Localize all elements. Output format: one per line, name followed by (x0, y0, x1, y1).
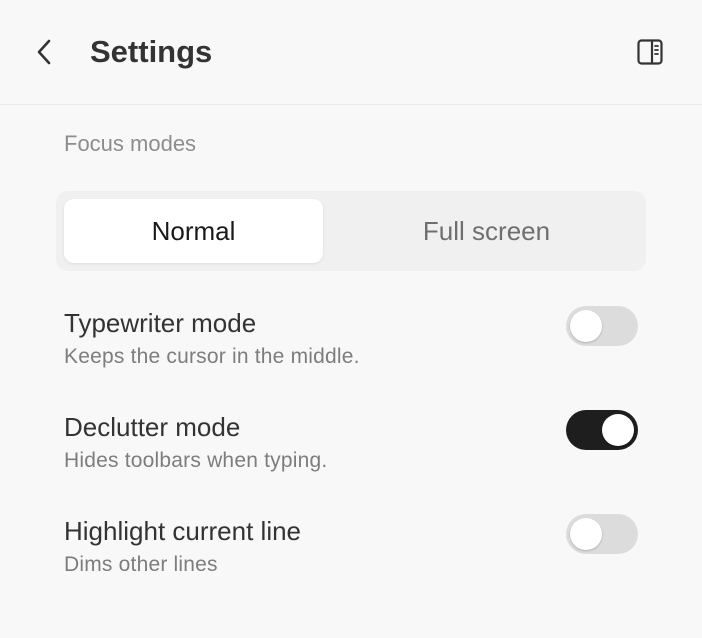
toggle-knob (570, 518, 602, 550)
toggle-sidebar-button[interactable] (630, 32, 670, 72)
chevron-left-icon (37, 39, 51, 65)
toggle-knob (602, 414, 634, 446)
page-title: Settings (90, 34, 213, 69)
typewriter-mode-toggle[interactable] (566, 306, 638, 346)
setting-row-declutter-mode: Declutter mode Hides toolbars when typin… (64, 410, 644, 490)
back-button[interactable] (26, 30, 62, 74)
setting-title: Declutter mode (64, 412, 241, 442)
segment-full-screen[interactable]: Full screen (335, 199, 638, 263)
setting-row-highlight-current-line: Highlight current line Dims other lines (64, 514, 644, 594)
setting-title: Highlight current line (64, 516, 302, 546)
setting-row-typewriter-mode: Typewriter mode Keeps the cursor in the … (64, 306, 644, 386)
setting-title: Typewriter mode (64, 308, 257, 338)
highlight-current-line-toggle[interactable] (566, 514, 638, 554)
toggle-knob (570, 310, 602, 342)
setting-description: Dims other lines (64, 553, 218, 576)
header-bar: Settings (0, 0, 702, 105)
focus-mode-segmented-control: Normal Full screen (56, 191, 646, 271)
setting-description: Hides toolbars when typing. (64, 449, 328, 472)
sidebar-panel-icon (637, 39, 663, 65)
setting-description: Keeps the cursor in the middle. (64, 345, 360, 368)
section-label-focus-modes: Focus modes (64, 131, 197, 156)
segment-normal[interactable]: Normal (64, 199, 323, 263)
declutter-mode-toggle[interactable] (566, 410, 638, 450)
